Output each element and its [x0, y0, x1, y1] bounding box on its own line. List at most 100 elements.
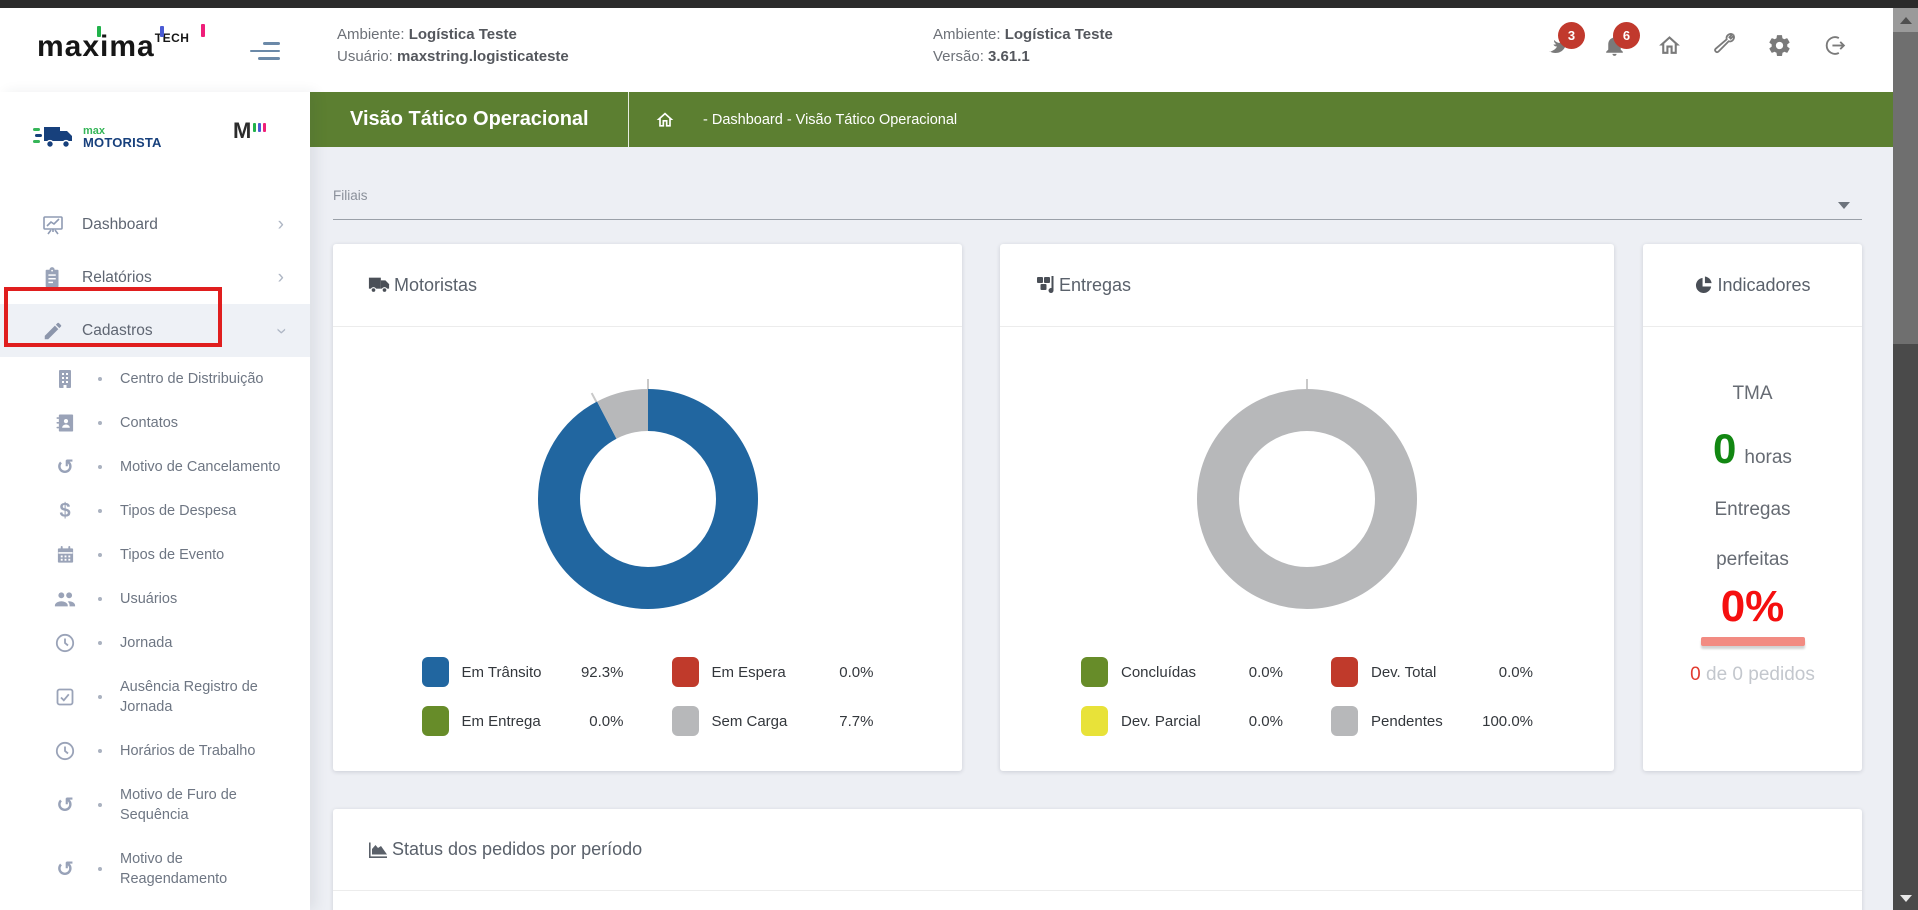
- legend-swatch: [1081, 706, 1108, 736]
- subitem-label: Horários de Trabalho: [120, 743, 256, 759]
- handtruck-icon: [1037, 276, 1054, 293]
- notifications-bell-icon[interactable]: 6: [1601, 22, 1640, 58]
- sidebar-subitem-motivo-cancelamento[interactable]: ↺ Motivo de Cancelamento: [0, 445, 310, 489]
- bullet-dot: [98, 867, 102, 871]
- logo-accent-pink: [201, 24, 205, 37]
- bullet-dot: [98, 695, 102, 699]
- sidebar-item-relatorios[interactable]: Relatórios ›: [0, 251, 310, 304]
- sidebar-subitem-motivo-furo[interactable]: ↺ Motivo de Furo de Sequência: [0, 773, 310, 837]
- legend-value: 7.7%: [839, 712, 874, 730]
- scrollbar-thumb[interactable]: [1893, 32, 1918, 344]
- calendar-icon: [52, 545, 78, 565]
- orders-count: 0 de 0 pedidos: [1690, 664, 1815, 686]
- motoristas-legend: Em Trânsito 92.3% Em Espera 0.0% Em Entreg…: [333, 657, 962, 736]
- hamburger-menu-icon[interactable]: [250, 42, 280, 62]
- home-icon[interactable]: [1656, 32, 1682, 58]
- logout-icon[interactable]: [1821, 32, 1847, 58]
- legend-label: Dev. Total: [1371, 663, 1437, 681]
- entregas-perfeitas-line1: Entregas: [1714, 499, 1791, 520]
- sidebar-subitem-centro-distribuicao[interactable]: Centro de Distribuição: [0, 357, 310, 401]
- scrollbar-down-arrow[interactable]: [1893, 886, 1918, 910]
- subitem-label: Usuários: [120, 591, 178, 607]
- undo-icon: ↺: [56, 455, 74, 479]
- legend-item: Em Entrega 0.0%: [421, 706, 624, 736]
- legend-label: Sem Carga: [711, 712, 788, 730]
- chevron-right-icon: ›: [277, 213, 284, 235]
- indicadores-card-header: Indicadores: [1643, 244, 1862, 327]
- bullet-dot: [98, 597, 102, 601]
- mini-logo-m: M: [233, 118, 252, 143]
- sidebar-subitem-contatos[interactable]: Contatos: [0, 401, 310, 445]
- subitem-label: Tipos de Despesa: [120, 503, 237, 519]
- announcements-bird-icon[interactable]: 3: [1546, 22, 1585, 58]
- sidebar-item-label: Cadastros: [82, 321, 153, 339]
- pie-chart-icon: [1696, 275, 1713, 293]
- sidebar-item-cadastros[interactable]: Cadastros ›: [0, 304, 310, 357]
- indicadores-title: Indicadores: [1717, 274, 1811, 295]
- legend-item: Dev. Total 0.0%: [1331, 657, 1533, 687]
- dropdown-arrow-icon: [1838, 202, 1850, 209]
- status-card-header: Status dos pedidos por período: [333, 809, 1862, 891]
- app-window: maximaTECH Ambiente: Logística Teste Usu…: [0, 0, 1918, 910]
- sidebar-subitem-jornada[interactable]: Jornada: [0, 621, 310, 665]
- dollar-icon: $: [59, 500, 71, 522]
- page-header-bar: Visão Tático Operacional - Dashboard - V…: [310, 92, 1893, 147]
- sidebar-item-label: Relatórios: [82, 268, 152, 286]
- subitem-label: Jornada: [120, 635, 173, 651]
- sidebar-subitem-horarios-trabalho[interactable]: Horários de Trabalho: [0, 729, 310, 773]
- brand-name: maxima: [37, 30, 155, 63]
- settings-gear-icon[interactable]: [1766, 32, 1792, 58]
- status-pedidos-card: Status dos pedidos por período: [333, 809, 1862, 910]
- filiais-label: Filiais: [333, 188, 368, 203]
- ambiente-label: Ambiente:: [337, 26, 405, 43]
- sidebar-subitem-usuarios[interactable]: Usuários: [0, 577, 310, 621]
- ambiente-value-2: Logística Teste: [1004, 26, 1113, 43]
- legend-value: 100.0%: [1482, 712, 1533, 730]
- sidebar-subitem-visao-painel[interactable]: Visão Painel: [0, 901, 310, 910]
- clock-icon: [52, 633, 78, 653]
- bullet-dot: [98, 465, 102, 469]
- ambiente-label-2: Ambiente:: [933, 26, 1001, 43]
- pencil-icon: [40, 320, 66, 342]
- subitem-label: Motivo de Cancelamento: [120, 459, 281, 475]
- sidebar-item-dashboard[interactable]: Dashboard ›: [0, 198, 310, 251]
- wrench-icon[interactable]: [1711, 32, 1737, 58]
- bullet-dot: [98, 421, 102, 425]
- sidebar-subitem-ausencia-registro[interactable]: Ausência Registro de Jornada: [0, 665, 310, 729]
- bullet-dot: [98, 641, 102, 645]
- usuario-value: maxstring.logisticateste: [397, 48, 569, 65]
- entregas-title: Entregas: [1059, 274, 1132, 295]
- legend-item: Sem Carga 7.7%: [671, 706, 874, 736]
- subitem-label: Centro de Distribuição: [120, 371, 264, 387]
- bullet-dot: [98, 803, 102, 807]
- clock-icon: [52, 741, 78, 761]
- clipboard-icon: [40, 266, 66, 289]
- maxmotorista-logo[interactable]: max MOTORISTA: [33, 122, 162, 152]
- sidebar-subitem-tipos-despesa[interactable]: $ Tipos de Despesa: [0, 489, 310, 533]
- main-content: Visão Tático Operacional - Dashboard - V…: [310, 92, 1893, 910]
- status-title: Status dos pedidos por período: [392, 839, 643, 859]
- bullet-dot: [98, 749, 102, 753]
- topbar: maximaTECH Ambiente: Logística Teste Usu…: [0, 8, 1893, 92]
- legend-item: Em Trânsito 92.3%: [421, 657, 624, 687]
- subitem-label: Ausência Registro de Jornada: [120, 679, 258, 715]
- maximatech-logo[interactable]: maximaTECH: [37, 24, 207, 74]
- tma-label: TMA: [1732, 383, 1773, 404]
- users-icon: [52, 589, 78, 609]
- indicadores-card: Indicadores TMA 0 horas Entregas perfeit…: [1643, 244, 1862, 771]
- scrollbar-up-arrow[interactable]: [1893, 8, 1918, 32]
- legend-item: Pendentes 100.0%: [1331, 706, 1533, 736]
- breadcrumb-home-icon[interactable]: [655, 110, 675, 130]
- sidebar-subitem-tipos-evento[interactable]: Tipos de Evento: [0, 533, 310, 577]
- entregas-card: Entregas Concluídas 0.0% Dev. Total 0.0%…: [1000, 244, 1614, 771]
- area-chart-icon: [369, 842, 387, 858]
- scrollbar-track[interactable]: [1893, 8, 1918, 910]
- filiais-select[interactable]: Filiais: [333, 187, 1862, 220]
- legend-swatch: [421, 706, 449, 736]
- topbar-icons: 3 6: [1546, 22, 1847, 58]
- checkbox-icon: [52, 688, 78, 706]
- sidebar: max MOTORISTA M Dashboard › Relatórios ›…: [0, 92, 310, 910]
- bullet-dot: [98, 553, 102, 557]
- legend-value: 0.0%: [1248, 712, 1283, 730]
- sidebar-subitem-motivo-reagendamento[interactable]: ↺ Motivo de Reagendamento: [0, 837, 310, 901]
